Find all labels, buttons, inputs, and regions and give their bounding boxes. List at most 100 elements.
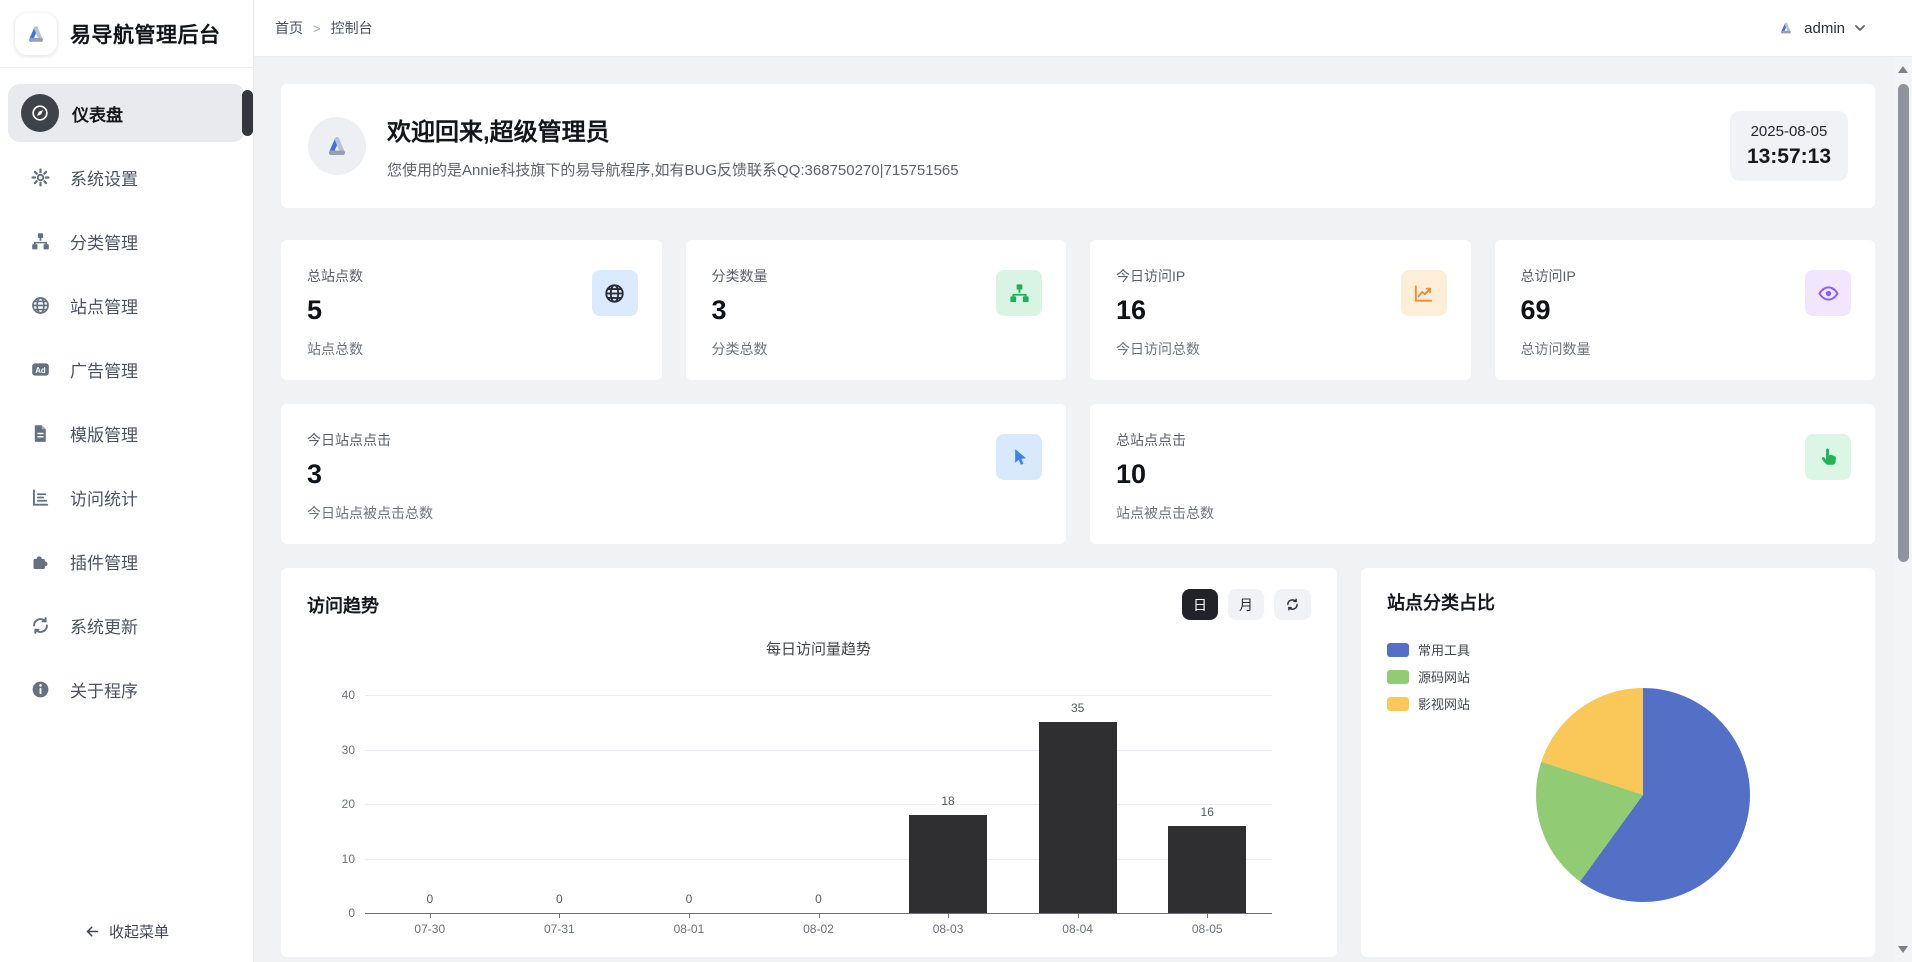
pie-header: 站点分类占比 xyxy=(1361,568,1875,615)
refresh-icon xyxy=(1285,597,1300,612)
collapse-menu-button[interactable]: 收起菜单 xyxy=(0,916,253,946)
stat-label: 总站点点击 xyxy=(1116,430,1849,450)
welcome-avatar xyxy=(308,117,366,175)
breadcrumb: 首页 > 控制台 xyxy=(275,18,373,38)
sidebar-item-plugin-management[interactable]: 插件管理 xyxy=(8,532,245,590)
x-tick xyxy=(430,913,431,918)
scroll-down-arrow-icon[interactable] xyxy=(1898,946,1908,953)
stat-desc: 今日站点被点击总数 xyxy=(307,503,433,523)
grid-line xyxy=(365,804,1272,805)
sidebar-item-ad-management[interactable]: Ad广告管理 xyxy=(8,340,245,398)
day-button[interactable]: 日 xyxy=(1182,589,1218,620)
legend-swatch xyxy=(1387,670,1409,684)
sidebar-item-label: 插件管理 xyxy=(70,549,138,574)
grid-line xyxy=(365,859,1272,860)
sidebar-item-template-management[interactable]: 模版管理 xyxy=(8,404,245,462)
x-tick xyxy=(689,913,690,918)
stat-card-total-site-clicks: 总站点点击10站点被点击总数 xyxy=(1090,404,1875,544)
sidebar-item-dashboard[interactable]: 仪表盘 xyxy=(8,84,245,142)
y-tick-label: 10 xyxy=(317,851,355,867)
refresh-button[interactable] xyxy=(1274,589,1311,620)
app-logo-icon xyxy=(15,13,57,55)
stat-card-today-site-clicks: 今日站点点击3今日站点被点击总数 xyxy=(281,404,1066,544)
bar xyxy=(1039,722,1117,913)
puzzle-icon xyxy=(28,549,52,573)
legend-item-1[interactable]: 源码网站 xyxy=(1387,667,1470,686)
sidebar-item-system-update[interactable]: 系统更新 xyxy=(8,596,245,654)
y-tick-label: 20 xyxy=(317,796,355,812)
stat-value: 16 xyxy=(1116,295,1445,326)
x-tick xyxy=(819,913,820,918)
arrow-left-icon xyxy=(84,923,101,940)
x-tick-label: 07-30 xyxy=(365,922,495,936)
breadcrumb-current[interactable]: 控制台 xyxy=(331,18,373,38)
x-tick xyxy=(559,913,560,918)
sidebar-item-system-settings[interactable]: 系统设置 xyxy=(8,148,245,206)
legend-item-2[interactable]: 影视网站 xyxy=(1387,694,1470,713)
bar-value-label: 35 xyxy=(1039,701,1117,715)
stat-value: 3 xyxy=(712,295,1041,326)
bar-chart-title: 每日访问量趋势 xyxy=(365,638,1272,659)
x-tick-label: 08-05 xyxy=(1142,922,1272,936)
stat-label: 总访问IP xyxy=(1521,266,1850,286)
sidebar-item-about[interactable]: 关于程序 xyxy=(8,660,245,718)
sidebar-item-label: 系统更新 xyxy=(70,613,138,638)
eye-icon xyxy=(1805,270,1851,316)
bar-value-label: 18 xyxy=(909,794,987,808)
chart-axis-icon xyxy=(28,485,52,509)
stat-card-total-sites: 总站点数5站点总数 xyxy=(281,240,662,380)
x-tick xyxy=(1207,913,1208,918)
scrollbar-thumb[interactable] xyxy=(1898,84,1909,562)
globe-icon xyxy=(28,293,52,317)
sidebar: 易导航管理后台 仪表盘系统设置分类管理站点管理 Ad广告管理模版管理访问统计插件管… xyxy=(0,0,254,962)
sitemap-icon xyxy=(28,229,52,253)
file-icon xyxy=(28,421,52,445)
legend-label: 常用工具 xyxy=(1418,640,1470,659)
welcome-subtitle: 您使用的是Annie科技旗下的易导航程序,如有BUG反馈联系QQ:3687502… xyxy=(387,159,1730,180)
visit-trend-card: 访问趋势 日 月 每日访问量趋势 010203040007-30007-3100… xyxy=(281,568,1337,957)
collapse-menu-label: 收起菜单 xyxy=(109,921,169,942)
app-title: 易导航管理后台 xyxy=(70,19,221,49)
y-tick-label: 0 xyxy=(317,905,355,921)
sidebar-item-site-management[interactable]: 站点管理 xyxy=(8,276,245,334)
breadcrumb-home[interactable]: 首页 xyxy=(275,18,303,38)
sidebar-item-category-management[interactable]: 分类管理 xyxy=(8,212,245,270)
sidebar-item-label: 分类管理 xyxy=(70,229,138,254)
y-tick-label: 30 xyxy=(317,742,355,758)
user-name: admin xyxy=(1804,20,1845,37)
globe-icon xyxy=(592,270,638,316)
legend-label: 影视网站 xyxy=(1418,694,1470,713)
user-menu[interactable]: admin xyxy=(1777,19,1866,37)
bar-value-label: 0 xyxy=(650,892,728,906)
stat-card-today-visit-ip: 今日访问IP16今日访问总数 xyxy=(1090,240,1471,380)
refresh-icon xyxy=(28,613,52,637)
pie-legend: 常用工具源码网站影视网站 xyxy=(1387,640,1470,713)
legend-item-0[interactable]: 常用工具 xyxy=(1387,640,1470,659)
datetime-box: 2025-08-05 13:57:13 xyxy=(1730,111,1848,181)
stat-desc: 总访问数量 xyxy=(1521,339,1591,359)
welcome-title: 欢迎回来,超级管理员 xyxy=(387,112,1730,147)
scroll-up-arrow-icon[interactable] xyxy=(1898,66,1908,73)
legend-swatch xyxy=(1387,643,1409,657)
sidebar-item-label: 模版管理 xyxy=(70,421,138,446)
month-button[interactable]: 月 xyxy=(1228,589,1264,620)
stat-label: 今日访问IP xyxy=(1116,266,1445,286)
sidebar-item-label: 关于程序 xyxy=(70,677,138,702)
bar xyxy=(909,815,987,913)
x-tick xyxy=(1078,913,1079,918)
breadcrumb-separator-icon: > xyxy=(313,21,321,36)
sitemap-icon xyxy=(996,270,1042,316)
charts-row: 访问趋势 日 月 每日访问量趋势 010203040007-30007-3100… xyxy=(281,568,1875,957)
stat-label: 分类数量 xyxy=(712,266,1041,286)
window-scrollbar[interactable] xyxy=(1895,57,1912,962)
bar-value-label: 0 xyxy=(520,892,598,906)
sidebar-item-visit-statistics[interactable]: 访问统计 xyxy=(8,468,245,526)
pie-title: 站点分类占比 xyxy=(1387,589,1495,615)
bar-chart-plot: 010203040007-30007-31008-01008-021808-03… xyxy=(365,695,1272,913)
stat-desc: 分类总数 xyxy=(712,339,768,359)
x-tick-label: 08-02 xyxy=(754,922,884,936)
bar-value-label: 0 xyxy=(391,892,469,906)
sidebar-scrollbar-thumb[interactable] xyxy=(242,90,253,136)
user-avatar-icon xyxy=(1777,19,1795,37)
app-logo-row: 易导航管理后台 xyxy=(0,0,253,68)
